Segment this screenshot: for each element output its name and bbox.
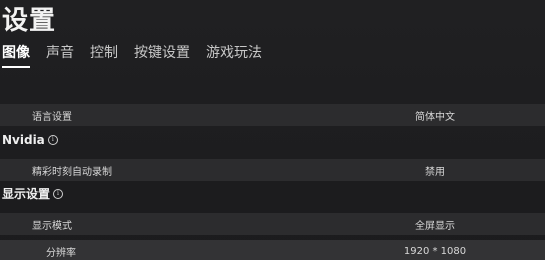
resolution-row[interactable]: 分辨率 1920 * 1080 [0,240,545,260]
language-setting-label: 语言设置 [32,111,72,123]
display-section-label: 显示设置 [2,187,51,201]
page-title: 设置 [2,6,57,36]
resolution-label: 分辨率 [46,247,76,259]
nvidia-section-label: Nvidia [2,133,45,147]
highlights-auto-record-label: 精彩时刻自动录制 [32,166,112,178]
info-icon[interactable]: i [53,189,64,199]
resolution-value[interactable]: 1920 * 1080 [398,246,472,257]
display-mode-value[interactable]: 全屏显示 [410,217,460,232]
tab-audio[interactable]: 声音 [46,42,74,64]
info-icon[interactable]: i [47,135,58,145]
language-setting-row[interactable]: 语言设置 简体中文 [0,104,545,126]
tab-gameplay[interactable]: 游戏玩法 [206,42,262,64]
settings-page: 设置 图像 声音 控制 按键设置 游戏玩法 语言设置 简体中文 Nvidia i… [0,0,545,260]
display-section-title: 显示设置 i [2,185,64,203]
tab-controls[interactable]: 控制 [90,42,118,64]
highlights-auto-record-value[interactable]: 禁用 [410,163,460,178]
tab-keybindings[interactable]: 按键设置 [134,42,190,64]
display-mode-label: 显示模式 [32,220,72,232]
settings-tabs: 图像 声音 控制 按键设置 游戏玩法 [2,42,278,68]
tab-graphics[interactable]: 图像 [2,42,30,68]
display-mode-row[interactable]: 显示模式 全屏显示 [0,213,545,235]
language-setting-value[interactable]: 简体中文 [410,108,460,123]
nvidia-section-title: Nvidia i [2,131,58,149]
highlights-auto-record-row[interactable]: 精彩时刻自动录制 禁用 [0,159,545,181]
